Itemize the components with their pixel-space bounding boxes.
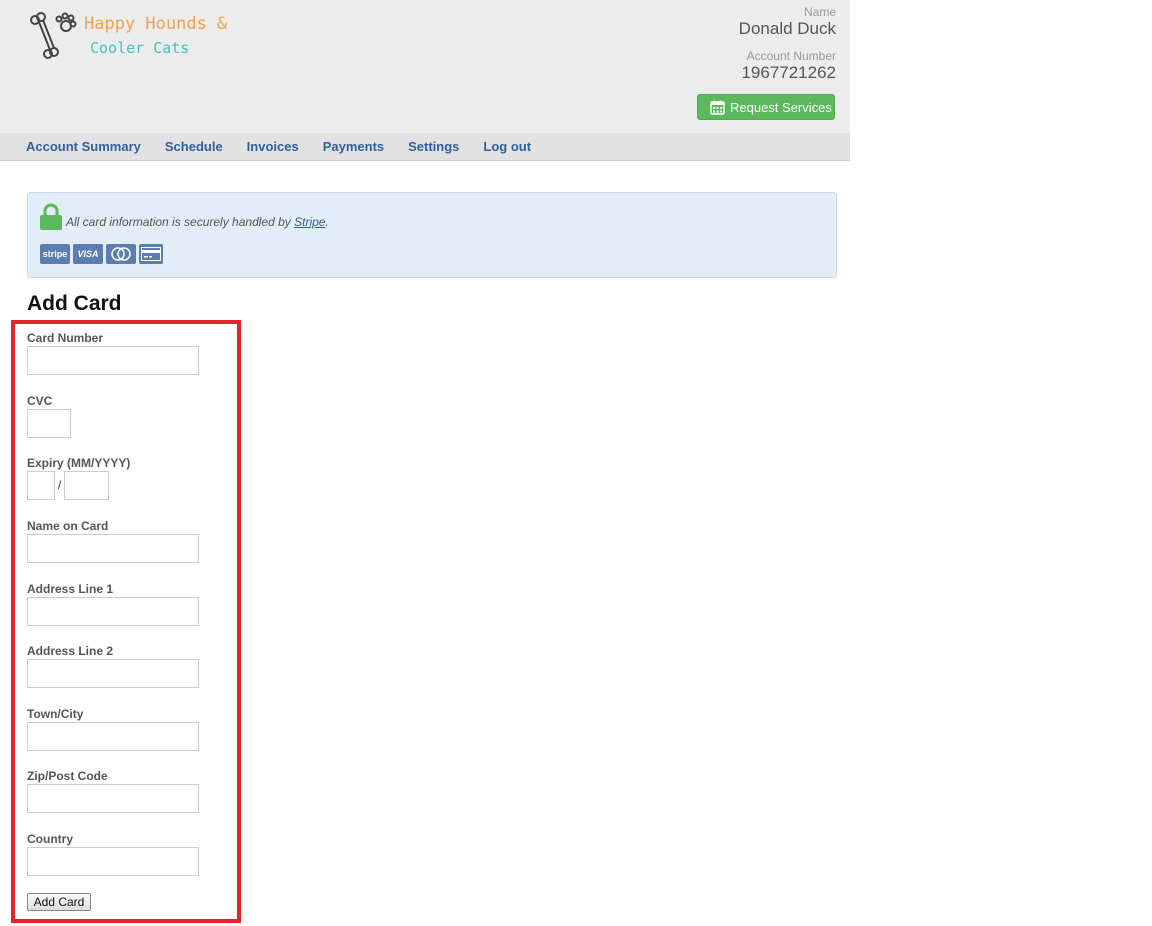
cvc-input[interactable] <box>27 409 71 438</box>
nav-account-summary[interactable]: Account Summary <box>26 139 141 154</box>
town-city-label: Town/City <box>27 707 84 721</box>
secure-notice-text: All card information is securely handled… <box>66 215 329 229</box>
nav-payments[interactable]: Payments <box>323 139 384 154</box>
card-number-label: Card Number <box>27 331 104 345</box>
address-line2-input[interactable] <box>27 659 199 688</box>
zip-code-input[interactable] <box>27 784 199 813</box>
page-title: Add Card <box>27 292 122 315</box>
nav-invoices[interactable]: Invoices <box>247 139 299 154</box>
logo-text-line1: Happy Hounds & <box>84 14 228 34</box>
cvc-label: CVC <box>27 394 53 408</box>
country-input[interactable] <box>27 847 199 876</box>
account-number-label: Account Number <box>746 49 836 63</box>
nav-log-out[interactable]: Log out <box>483 139 531 154</box>
town-city-input[interactable] <box>27 722 199 751</box>
card-number-input[interactable] <box>27 346 199 375</box>
account-number-value: 1967721262 <box>741 63 836 82</box>
request-services-label: Request Services <box>730 99 832 115</box>
generic-card-icon <box>139 244 163 264</box>
bone-paw-icon <box>30 12 77 59</box>
expiry-label: Expiry (MM/YYYY) <box>27 456 131 470</box>
address-line1-label: Address Line 1 <box>27 582 114 596</box>
visa-logo-icon: VISA <box>73 244 103 264</box>
name-on-card-input[interactable] <box>27 534 199 563</box>
card-logos: stripe VISA <box>40 244 163 264</box>
request-services-button[interactable]: Request Services <box>697 94 835 120</box>
calendar-icon <box>710 100 725 115</box>
expiry-separator: / <box>58 478 62 492</box>
lock-icon <box>40 203 62 230</box>
zip-code-label: Zip/Post Code <box>27 769 108 783</box>
stripe-link[interactable]: Stripe <box>294 215 325 229</box>
name-value: Donald Duck <box>738 19 836 38</box>
nav-settings[interactable]: Settings <box>408 139 459 154</box>
name-label: Name <box>803 5 836 19</box>
secure-notice: All card information is securely handled… <box>27 192 837 278</box>
nav-schedule[interactable]: Schedule <box>165 139 223 154</box>
name-on-card-label: Name on Card <box>27 519 109 533</box>
account-info: Name Donald Duck Account Number 19677212… <box>636 5 836 83</box>
add-card-button[interactable]: Add Card <box>27 893 91 911</box>
expiry-year-input[interactable] <box>64 471 109 500</box>
expiry-month-input[interactable] <box>27 471 55 500</box>
mastercard-logo-icon <box>106 244 136 264</box>
main-nav: Account Summary Schedule Invoices Paymen… <box>0 133 850 161</box>
site-header: Happy Hounds & Cooler Cats Name Donald D… <box>0 0 850 133</box>
country-label: Country <box>27 832 73 846</box>
stripe-logo-icon: stripe <box>40 244 70 264</box>
address-line2-label: Address Line 2 <box>27 644 114 658</box>
logo-text-line2: Cooler Cats <box>90 39 190 57</box>
site-logo[interactable]: Happy Hounds & Cooler Cats <box>28 12 227 64</box>
address-line1-input[interactable] <box>27 597 199 626</box>
